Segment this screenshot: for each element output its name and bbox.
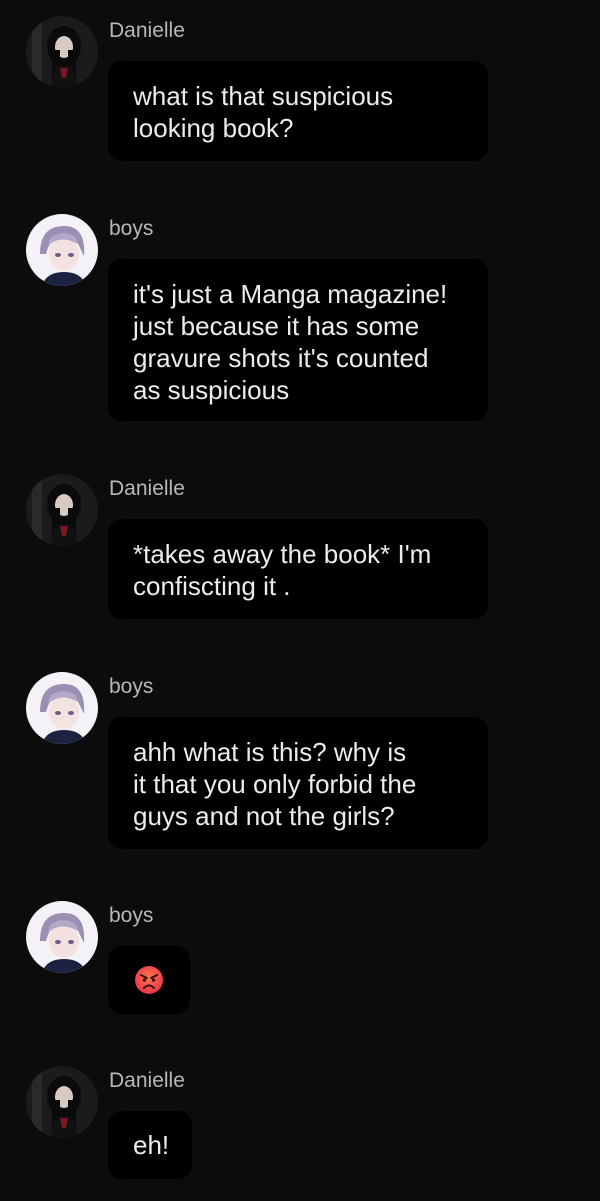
sender-name: Danielle: [109, 477, 185, 500]
angry-face-emoji: [135, 966, 163, 994]
sender-name: Danielle: [109, 1069, 185, 1092]
message-text: *takes away the book* I'm confiscting it…: [133, 539, 432, 601]
message-bubble: *takes away the book* I'm confiscting it…: [108, 519, 488, 619]
message-bubble: eh!: [108, 1111, 192, 1179]
sender-name: Danielle: [109, 19, 185, 42]
message-bubble: ahh what is this? why is it that you onl…: [108, 717, 488, 849]
message-bubble: [108, 946, 190, 1014]
message-bubble: what is that suspicious looking book?: [108, 61, 488, 161]
sender-name: boys: [109, 675, 154, 698]
message-text: ahh what is this? why is it that you onl…: [133, 737, 417, 831]
sender-name: boys: [109, 904, 154, 927]
boys-avatar[interactable]: [26, 214, 98, 286]
danielle-avatar[interactable]: [26, 16, 98, 88]
danielle-avatar[interactable]: [26, 1066, 98, 1138]
message-text: eh!: [133, 1130, 170, 1160]
boys-avatar[interactable]: [26, 901, 98, 973]
message-text: it's just a Manga magazine! just because…: [133, 279, 448, 405]
boys-avatar[interactable]: [26, 672, 98, 744]
sender-name: boys: [109, 217, 154, 240]
message-bubble: it's just a Manga magazine! just because…: [108, 259, 488, 421]
message-text: what is that suspicious looking book?: [133, 81, 394, 143]
danielle-avatar[interactable]: [26, 474, 98, 546]
chat-screen: { "messages": [ {"sender": "Danielle", "…: [0, 0, 600, 1201]
